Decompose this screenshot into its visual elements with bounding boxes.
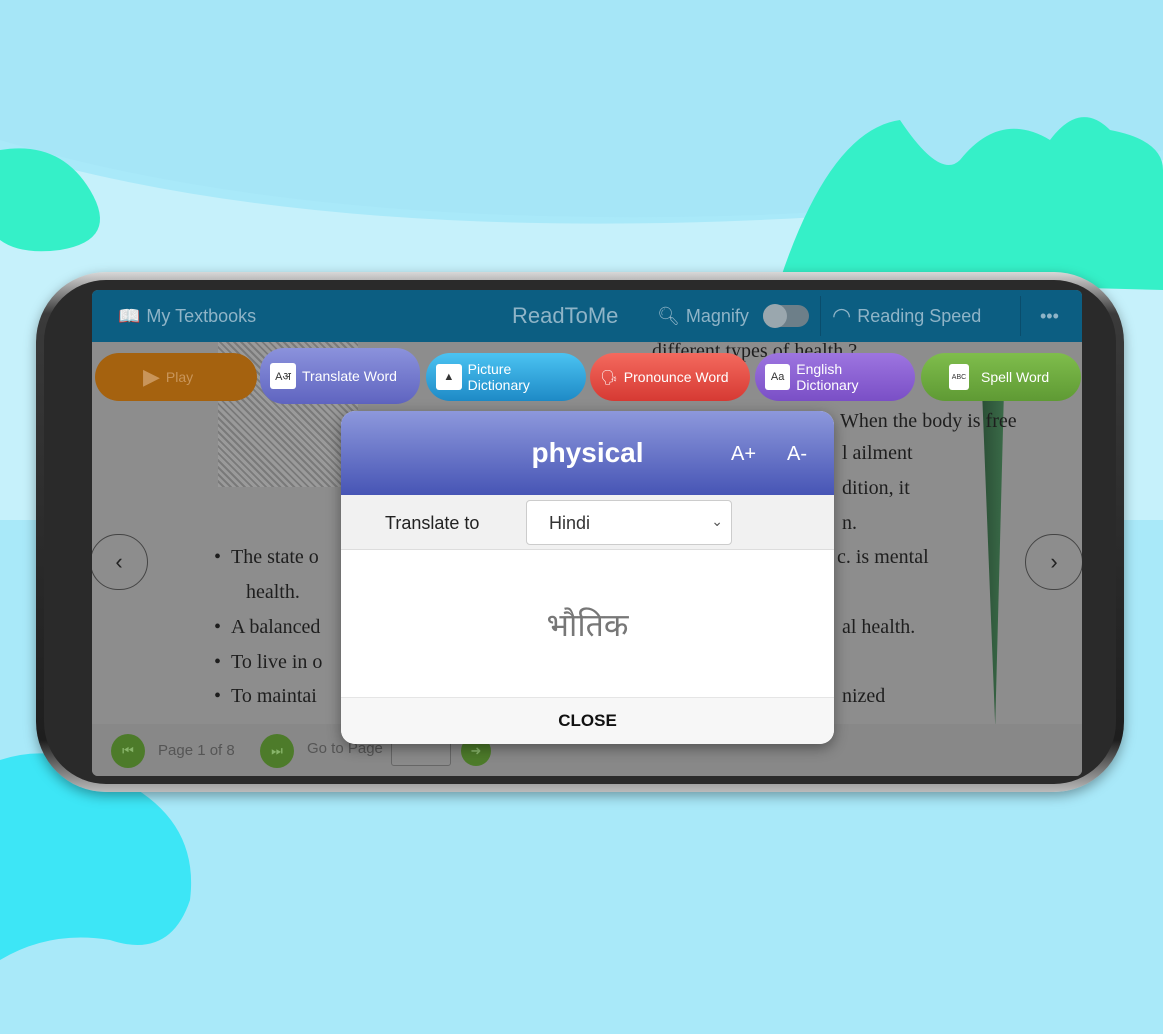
speaker-head-icon: 🗣	[600, 368, 618, 385]
my-textbooks-button[interactable]: 📖 My Textbooks	[118, 306, 256, 327]
book-page-edge	[982, 390, 1004, 726]
translate-word-button[interactable]: Aअ Translate Word	[260, 348, 420, 404]
book-text: health.	[246, 581, 300, 603]
translate-to-label: Translate to	[385, 513, 480, 533]
dialog-header: physical A+ A-	[341, 411, 834, 495]
reading-speed-label: Reading Speed	[857, 305, 982, 326]
picture-dictionary-label: Picture Dictionary	[467, 361, 530, 393]
app-title: ReadToMe	[512, 303, 619, 328]
magnify-toggle[interactable]	[762, 304, 809, 328]
magnify-label: Magnify	[685, 305, 749, 326]
translation-text: भौतिक	[546, 607, 629, 643]
arrow-right-icon: ➜	[470, 743, 482, 758]
picture-icon: ▲	[436, 364, 462, 390]
dictionary-icon: Aa	[765, 364, 791, 390]
spell-icon: ABC	[949, 364, 969, 390]
picture-dictionary-button[interactable]: ▲ Picture Dictionary	[426, 353, 586, 401]
book-text: al health.	[842, 616, 916, 638]
language-select[interactable]: Hindi ⌄	[526, 500, 732, 545]
book-text: To maintai	[231, 685, 317, 707]
app-header: 📖 My Textbooks ReadToMe 🔍︎ Magnify ◠ Readin…	[92, 290, 1082, 342]
font-increase-button[interactable]: A+	[731, 443, 756, 466]
previous-page-button[interactable]: ‹	[92, 534, 148, 590]
font-decrease-button[interactable]: A-	[787, 443, 807, 466]
skip-forward-icon: ⏭	[271, 743, 283, 758]
book-text: l ailment	[842, 442, 913, 464]
close-button[interactable]: CLOSE	[341, 697, 834, 744]
book-text: dition, it	[842, 477, 910, 499]
play-icon: ▶	[143, 364, 160, 389]
book-text: When the body is free	[840, 410, 1017, 432]
translate-icon: Aअ	[270, 363, 296, 389]
magnify-control[interactable]: 🔍︎ Magnify	[657, 304, 809, 328]
spell-word-label: Spell Word	[981, 369, 1050, 385]
skip-back-icon: ⏮	[122, 743, 134, 758]
play-button[interactable]: ▶ Play	[95, 353, 257, 401]
chevron-down-icon: ⌄	[711, 513, 723, 529]
pronounce-word-button[interactable]: 🗣 Pronounce Word	[590, 353, 750, 401]
speedometer-icon: ◠	[832, 303, 852, 328]
search-icon: 🔍︎	[657, 305, 680, 326]
translate-word-label: Translate Word	[302, 368, 397, 384]
book-text: To live in o	[231, 651, 323, 673]
next-page-button[interactable]: ›	[1025, 534, 1082, 590]
chevron-right-icon: ›	[1050, 549, 1058, 574]
pronounce-word-label: Pronounce Word	[623, 369, 729, 385]
chevron-left-icon: ‹	[115, 549, 123, 574]
selected-word: physical	[531, 437, 644, 468]
last-page-button[interactable]: ⏭	[260, 734, 294, 768]
page-indicator: Page 1 of 8	[158, 742, 235, 759]
my-textbooks-label: My Textbooks	[146, 305, 257, 326]
book-text: c. is mental	[837, 546, 929, 568]
book-icon: 📖	[118, 305, 141, 326]
reading-speed-button[interactable]: ◠ Reading Speed	[832, 303, 981, 329]
book-text: n.	[842, 512, 857, 534]
first-page-button[interactable]: ⏮	[111, 734, 145, 768]
spell-word-button[interactable]: ABC Spell Word	[921, 353, 1081, 401]
play-label: Play	[165, 369, 194, 385]
english-dictionary-label: English Dictionary	[796, 361, 859, 393]
translate-to-row: Translate to Hindi ⌄	[341, 495, 834, 550]
english-dictionary-button[interactable]: Aa English Dictionary	[755, 353, 915, 401]
translate-dialog: physical A+ A- Translate to Hindi ⌄ भौतिक…	[341, 411, 834, 744]
book-text: nized	[842, 685, 886, 707]
book-text: A balanced	[231, 616, 321, 638]
selected-language: Hindi	[549, 513, 591, 533]
book-text: The state o	[231, 546, 319, 568]
more-menu-button[interactable]: •••	[1040, 306, 1059, 327]
